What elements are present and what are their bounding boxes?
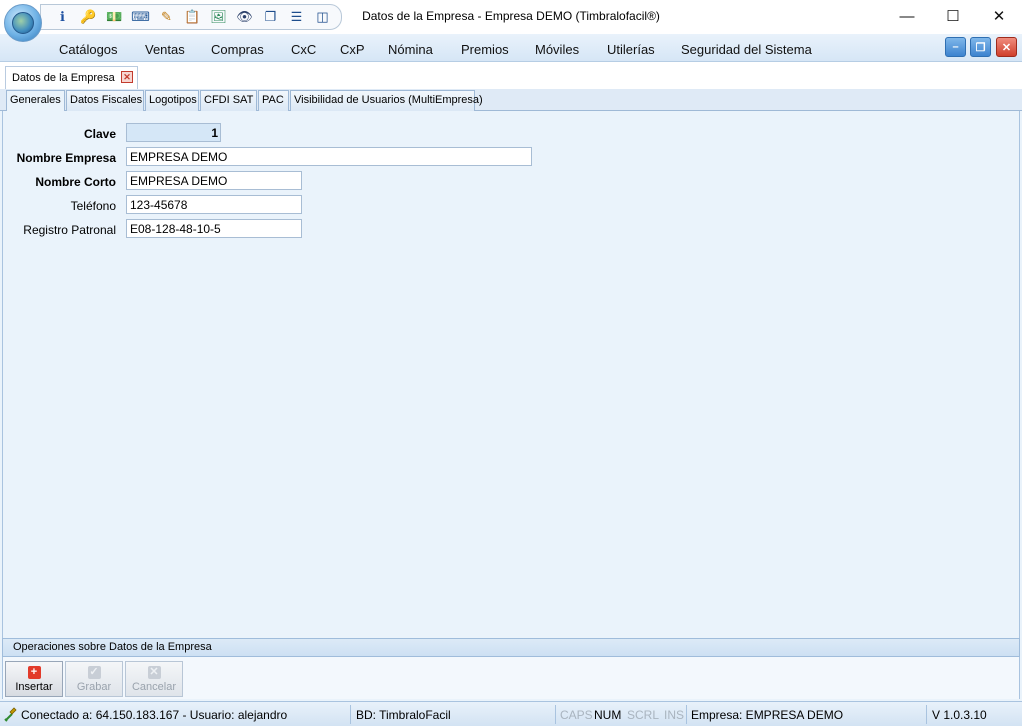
info-icon[interactable]: ℹ: [51, 7, 74, 27]
menu-catalogos[interactable]: Catálogos: [59, 42, 118, 57]
plug-connected-icon: [4, 707, 17, 722]
mdi-close-button[interactable]: ✕: [996, 37, 1017, 57]
application-menu-button[interactable]: [4, 4, 42, 42]
image-icon[interactable]: 🖼: [207, 7, 230, 27]
tab-cfdi-sat[interactable]: CFDI SAT: [200, 90, 257, 111]
nombre-empresa-label: Nombre Empresa: [16, 151, 116, 165]
tab-generales[interactable]: Generales: [6, 90, 65, 112]
status-separator: [926, 705, 927, 724]
close-tab-icon[interactable]: ✕: [121, 71, 133, 83]
status-caps: CAPS: [560, 708, 593, 722]
status-company: Empresa: EMPRESA DEMO: [691, 708, 844, 722]
menu-moviles[interactable]: Móviles: [535, 42, 579, 57]
cancel-icon: ✕: [147, 666, 161, 679]
notes-icon[interactable]: 📋: [181, 7, 204, 27]
menu-seguridad[interactable]: Seguridad del Sistema: [681, 42, 812, 57]
cancel-button[interactable]: ✕ Cancelar: [125, 661, 183, 697]
clave-label: Clave: [83, 127, 116, 141]
document-tab[interactable]: Datos de la Empresa ✕: [5, 66, 138, 89]
status-separator: [555, 705, 556, 724]
document-tab-area: [0, 62, 1022, 90]
status-ins: INS: [664, 708, 685, 722]
insert-button[interactable]: + Insertar: [5, 661, 63, 697]
status-connection: Conectado a: 64.150.183.167 - Usuario: a…: [21, 708, 288, 722]
close-button[interactable]: ✕: [976, 0, 1022, 32]
menu-compras[interactable]: Compras: [211, 42, 264, 57]
tile-vertical-icon[interactable]: ◫: [311, 7, 334, 27]
menu-cxc[interactable]: CxC: [291, 42, 316, 57]
keyboard-icon[interactable]: ⌨: [129, 7, 152, 27]
save-button[interactable]: ✓ Grabar: [65, 661, 123, 697]
status-bar: Conectado a: 64.150.183.167 - Usuario: a…: [0, 701, 1022, 726]
minimize-button[interactable]: —: [884, 0, 930, 32]
status-num: NUM: [594, 708, 622, 722]
eye-icon[interactable]: 👁: [233, 7, 256, 27]
tab-visibilidad-usuarios[interactable]: Visibilidad de Usuarios (MultiEmpresa): [290, 90, 483, 111]
tab-logotipos[interactable]: Logotipos: [145, 90, 199, 111]
tab-datos-fiscales[interactable]: Datos Fiscales: [66, 90, 144, 111]
money-icon[interactable]: 💵: [103, 7, 126, 27]
edit-document-icon[interactable]: ✎: [155, 7, 178, 27]
menu-premios[interactable]: Premios: [461, 42, 509, 57]
status-database: BD: TimbraloFacil: [356, 708, 451, 722]
registro-patronal-field[interactable]: E08-128-48-10-5: [126, 219, 302, 238]
cascade-windows-icon[interactable]: ❐: [259, 7, 282, 27]
mdi-minimize-button[interactable]: –: [945, 37, 966, 57]
tile-horizontal-icon[interactable]: ☰: [285, 7, 308, 27]
mdi-restore-button[interactable]: ❐: [970, 37, 991, 57]
telefono-field[interactable]: 123-45678: [126, 195, 302, 214]
quick-access-toolbar: ℹ 🔑 💵 ⌨ ✎ 📋 🖼 👁 ❐ ☰ ◫: [40, 4, 342, 30]
menu-utilerias[interactable]: Utilerías: [607, 42, 655, 57]
maximize-button[interactable]: ☐: [930, 0, 976, 32]
tab-pac[interactable]: PAC: [258, 90, 289, 111]
status-scrl: SCRL: [627, 708, 660, 722]
cancel-button-label: Cancelar: [131, 681, 177, 693]
insert-button-label: Insertar: [15, 681, 53, 693]
registro-patronal-label: Registro Patronal: [23, 223, 116, 237]
operations-header: Operaciones sobre Datos de la Empresa: [2, 638, 1020, 657]
check-icon: ✓: [87, 666, 101, 679]
status-separator: [350, 705, 351, 724]
key-icon[interactable]: 🔑: [77, 7, 100, 27]
nombre-corto-field[interactable]: EMPRESA DEMO: [126, 171, 302, 190]
menu-ventas[interactable]: Ventas: [145, 42, 185, 57]
form-panel: [2, 111, 1020, 638]
nombre-corto-label: Nombre Corto: [35, 175, 116, 189]
nombre-empresa-field[interactable]: EMPRESA DEMO: [126, 147, 532, 166]
document-tab-label: Datos de la Empresa: [12, 72, 115, 84]
app-globe-icon: [12, 12, 34, 34]
save-button-label: Grabar: [76, 681, 112, 693]
add-icon: +: [27, 666, 41, 679]
menu-nomina[interactable]: Nómina: [388, 42, 433, 57]
telefono-label: Teléfono: [70, 199, 116, 213]
status-version: V 1.0.3.10: [932, 708, 987, 722]
clave-field[interactable]: 1: [126, 123, 221, 142]
menu-cxp[interactable]: CxP: [340, 42, 365, 57]
status-separator: [686, 705, 687, 724]
